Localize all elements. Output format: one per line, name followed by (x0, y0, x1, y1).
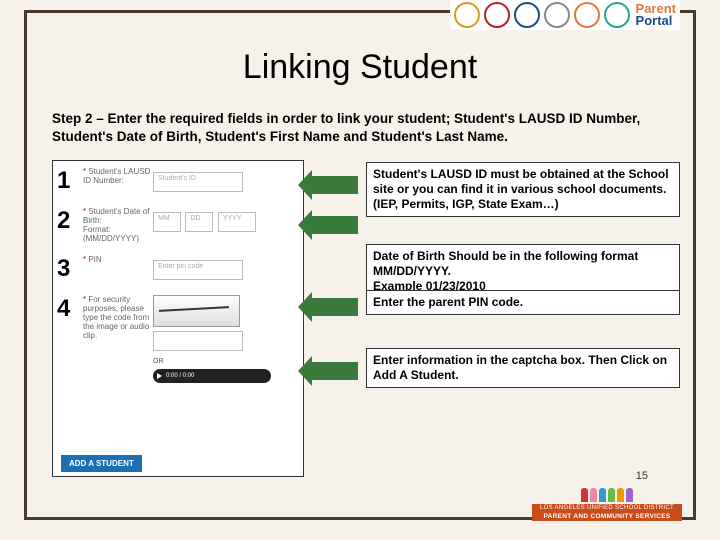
field-label: * Student's Date of Birth:Format: (MM/DD… (83, 207, 153, 243)
arrow-icon (310, 298, 358, 316)
page-title: Linking Student (0, 48, 720, 87)
step-number: 3 (57, 255, 79, 283)
audio-player[interactable]: 0:00 / 0:00 (153, 369, 271, 383)
logo-icon (484, 2, 510, 28)
logo-icon (514, 2, 540, 28)
logo-icon (544, 2, 570, 28)
header-logos: Parent Portal (450, 0, 680, 30)
captcha-input[interactable] (153, 331, 243, 351)
hint-pin: Enter the parent PIN code. (366, 290, 680, 315)
arrow-icon (310, 362, 358, 380)
logo-text-portal: Portal (636, 15, 676, 27)
step-number: 1 (57, 167, 79, 195)
dob-dd-input[interactable]: DD (185, 212, 213, 232)
field-label: * PIN (83, 255, 153, 264)
audio-time: 0:00 / 0:00 (166, 373, 194, 379)
footer-text-2: PARENT AND COMMUNITY SERVICES (532, 512, 682, 521)
hint-lausd-id: Student's LAUSD ID must be obtained at t… (366, 162, 680, 217)
form-row-3: 3 * PIN Enter pin code (53, 249, 303, 289)
intro-text: Step 2 – Enter the required fields in or… (52, 110, 668, 146)
dob-mm-input[interactable]: MM (153, 212, 181, 232)
field-label: * For security purposes, please type the… (83, 295, 153, 340)
logo-icon (454, 2, 480, 28)
footer-logo: LOS ANGELES UNIFIED SCHOOL DISTRICT PARE… (532, 488, 682, 526)
hint-captcha: Enter information in the captcha box. Th… (366, 348, 680, 388)
logo-icon (574, 2, 600, 28)
parent-portal-logo: Parent Portal (636, 3, 676, 26)
pin-input[interactable]: Enter pin code (153, 260, 243, 280)
play-icon (157, 373, 162, 379)
step-number: 2 (57, 207, 79, 235)
add-student-button[interactable]: ADD A STUDENT (61, 455, 142, 472)
arrow-icon (310, 216, 358, 234)
logo-icon (604, 2, 630, 28)
captcha-image (153, 295, 240, 327)
form-panel: 1 * Student's LAUSD ID Number: Student's… (52, 160, 304, 477)
slide-number: 15 (636, 470, 648, 482)
arrow-icon (310, 176, 358, 194)
student-id-input[interactable]: Student's ID (153, 172, 243, 192)
step-number: 4 (57, 295, 79, 323)
or-text: OR (153, 358, 299, 365)
form-row-2: 2 * Student's Date of Birth:Format: (MM/… (53, 201, 303, 249)
footer-text-1: LOS ANGELES UNIFIED SCHOOL DISTRICT (532, 504, 682, 512)
dob-yyyy-input[interactable]: YYYY (218, 212, 256, 232)
form-row-1: 1 * Student's LAUSD ID Number: Student's… (53, 161, 303, 201)
field-label: * Student's LAUSD ID Number: (83, 167, 153, 185)
form-row-4: 4 * For security purposes, please type t… (53, 289, 303, 389)
